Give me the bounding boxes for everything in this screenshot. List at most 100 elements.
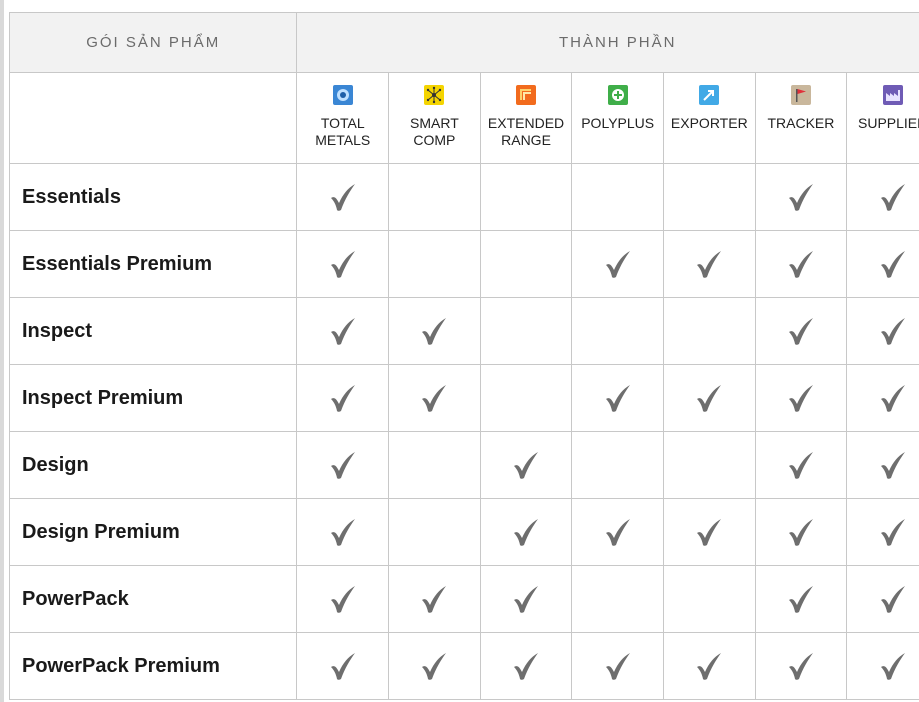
component-label: TOTAL METALS [315,115,371,148]
component-header-cell: TRACKER [754,72,848,164]
inclusion-cell [846,565,919,633]
package-name: Inspect [8,297,298,365]
package-name: PowerPack Premium [8,632,298,700]
component-label: EXTENDED RANGE [487,115,565,148]
component-label: EXPORTER [670,115,748,131]
polyplus-icon [607,85,628,105]
inclusion-cell [571,163,664,231]
inclusion-cell [479,431,573,499]
inclusion-cell [662,632,756,700]
inclusion-cell [388,230,481,298]
check-icon [878,450,908,480]
inclusion-cell [479,230,573,298]
inclusion-cell [479,498,573,566]
inclusion-cell [388,431,481,499]
check-icon [511,584,541,614]
inclusion-cell [571,632,664,700]
check-icon [419,651,449,681]
inclusion-cell [571,565,664,633]
check-icon [878,249,908,279]
check-icon [786,517,816,547]
package-name: Essentials Premium [8,230,298,298]
check-icon [694,249,724,279]
inclusion-cell [571,364,664,432]
components-icon-row: TOTAL METALS SMART COMP EXTENDED RANGE POLY… [8,72,919,164]
check-icon [511,517,541,547]
inclusion-cell [388,632,481,700]
inclusion-cell [571,297,664,365]
inclusion-cell [296,230,390,298]
inclusion-cell [479,297,573,365]
exporter-icon [699,85,720,105]
component-label: SUPPLIER [858,115,919,131]
check-icon [878,316,908,346]
inclusion-cell [846,297,919,365]
package-name: Design Premium [8,498,298,566]
inclusion-cell [662,364,756,432]
component-header-cell: SUPPLIER [846,72,919,164]
component-header-cell: EXTENDED RANGE [479,72,573,164]
inclusion-cell [296,297,390,365]
check-icon [328,383,358,413]
component-header-cell: POLYPLUS [571,72,664,164]
total-metals-icon [332,85,353,105]
table-row: Inspect [8,297,919,365]
check-icon [603,651,633,681]
check-icon [786,584,816,614]
component-header: EXTENDED RANGE [481,73,572,149]
inclusion-cell [754,364,848,432]
inclusion-cell [846,498,919,566]
tracker-icon [790,85,811,105]
component-header-cell: SMART COMP [388,72,481,164]
check-icon [511,651,541,681]
supplier-icon [882,85,903,105]
component-header: SMART COMP [389,73,480,149]
check-icon [786,450,816,480]
check-icon [694,383,724,413]
inclusion-cell [479,364,573,432]
inclusion-cell [571,498,664,566]
inclusion-cell [571,230,664,298]
check-icon [603,517,633,547]
inclusion-cell [571,431,664,499]
inclusion-cell [662,230,756,298]
inclusion-cell [662,297,756,365]
check-icon [878,383,908,413]
package-name: PowerPack [8,565,298,633]
table-row: Design Premium [8,498,919,566]
check-icon [786,651,816,681]
inclusion-cell [846,431,919,499]
inclusion-cell [296,498,390,566]
check-icon [328,584,358,614]
inclusion-cell [479,565,573,633]
components-header: THÀNH PHẦN [296,12,919,73]
table-row: PowerPack [8,565,919,633]
check-icon [786,249,816,279]
check-icon [419,584,449,614]
inclusion-cell [388,498,481,566]
inclusion-cell [296,565,390,633]
component-header: TOTAL METALS [297,73,388,149]
component-header-cell: EXPORTER [662,72,756,164]
inclusion-cell [846,230,919,298]
table-row: Essentials [8,163,919,231]
inclusion-cell [662,163,756,231]
table-row: PowerPack Premium [8,632,919,700]
check-icon [328,249,358,279]
inclusion-cell [662,431,756,499]
inclusion-cell [846,632,919,700]
check-icon [878,182,908,212]
check-icon [694,517,724,547]
inclusion-cell [296,163,390,231]
inclusion-cell [479,632,573,700]
check-icon [694,651,724,681]
check-icon [878,651,908,681]
component-header: TRACKER [756,73,847,132]
inclusion-cell [754,230,848,298]
inclusion-cell [296,364,390,432]
inclusion-cell [754,163,848,231]
inclusion-cell [388,565,481,633]
check-icon [786,316,816,346]
inclusion-cell [479,163,573,231]
inclusion-cell [754,565,848,633]
